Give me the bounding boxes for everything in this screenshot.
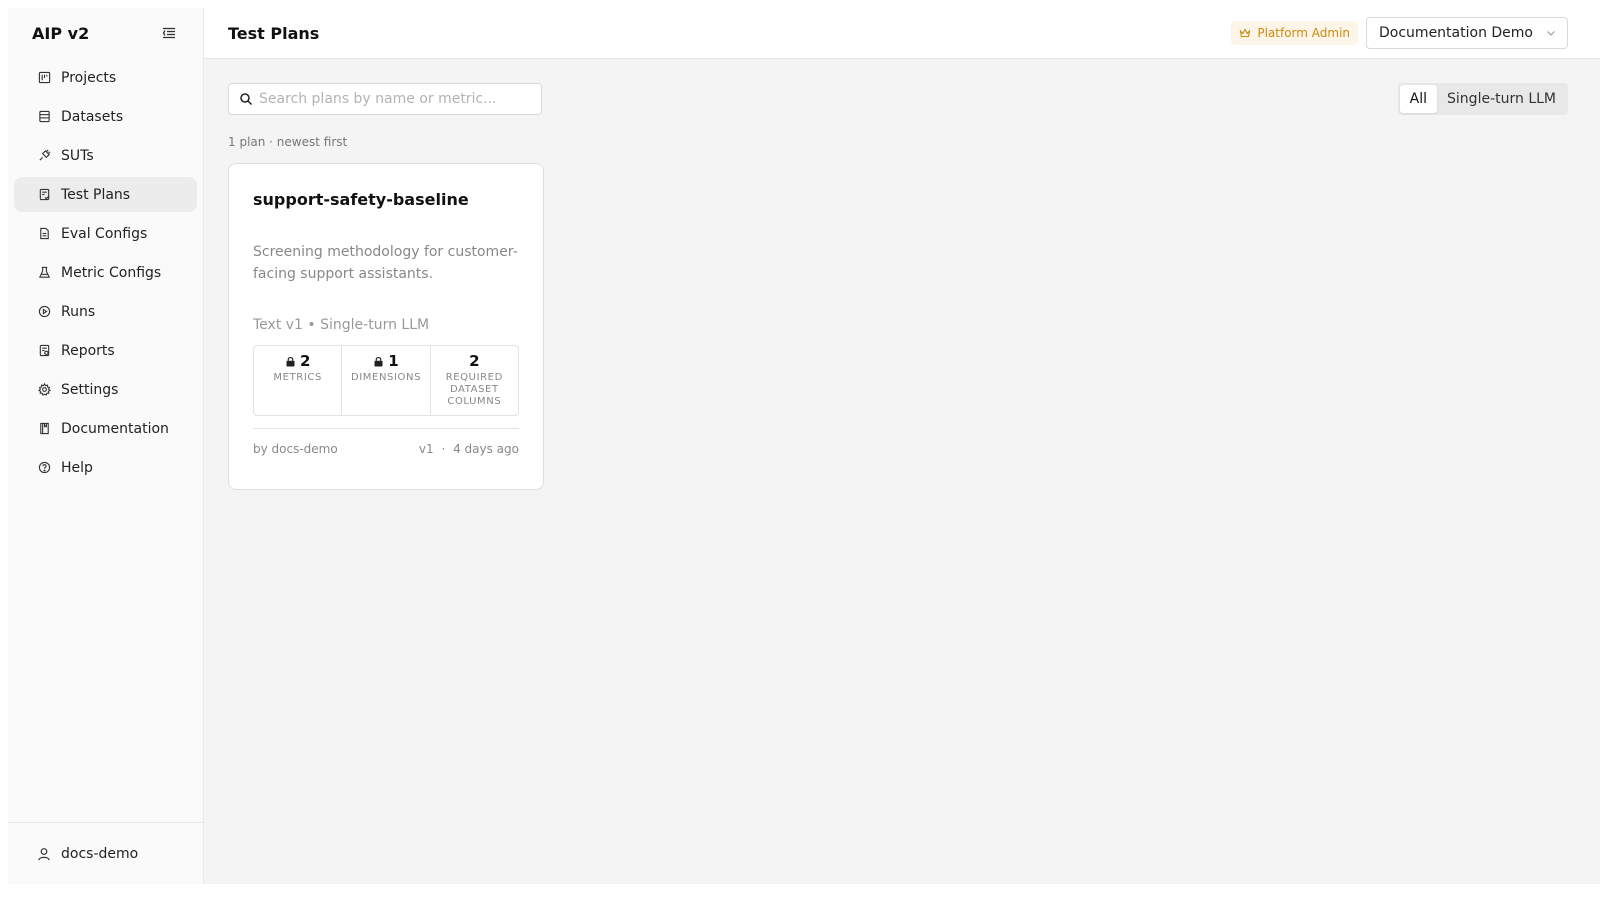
user-menu[interactable]: docs-demo (8, 822, 203, 884)
crown-icon (1239, 27, 1251, 39)
app-shell: AIP v2 Projects Datasets SUTs Test Plans… (8, 8, 1600, 884)
stat-dimensions: 1 Dimensions (342, 346, 431, 415)
user-name: docs-demo (61, 845, 139, 862)
brand-title: AIP v2 (32, 23, 90, 43)
lock-icon (285, 356, 296, 367)
sidebar-item-reports[interactable]: Reports (14, 333, 197, 368)
collapse-menu-icon (162, 27, 175, 39)
plan-stats: 2 Metrics 1 Dimensions 2 (253, 345, 519, 416)
kanban-icon (37, 71, 51, 85)
plan-author: by docs-demo (253, 442, 338, 456)
sidebar-item-projects[interactable]: Projects (14, 60, 197, 95)
plug-icon (37, 149, 51, 163)
plan-meta: Text v1 • Single-turn LLM (253, 317, 430, 333)
book-icon (37, 422, 51, 436)
sidebar: AIP v2 Projects Datasets SUTs Test Plans… (8, 8, 204, 884)
sidebar-item-label: Eval Configs (61, 225, 148, 242)
plan-type-filter: All Single-turn LLM (1397, 83, 1568, 115)
platform-admin-badge: Platform Admin (1231, 21, 1359, 45)
stat-label: Required dataset columns (445, 372, 503, 407)
result-summary: 1 plan · newest first (228, 135, 348, 149)
flask-icon (37, 266, 51, 280)
sidebar-item-eval-configs[interactable]: Eval Configs (14, 216, 197, 251)
plan-description: Screening methodology for customer-facin… (253, 244, 518, 282)
sidebar-item-label: Datasets (61, 108, 124, 125)
stat-value: 1 (388, 352, 399, 370)
stat-value: 2 (299, 352, 311, 370)
sidebar-item-label: Test Plans (61, 186, 131, 203)
page-title: Test Plans (228, 23, 320, 43)
sidebar-item-suts[interactable]: SUTs (14, 138, 197, 173)
sidebar-item-label: Metric Configs (61, 264, 162, 281)
database-icon (37, 110, 51, 124)
sidebar-item-label: Documentation (61, 420, 169, 437)
plan-title: support-safety-baseline (253, 190, 469, 209)
sidebar-item-label: Help (61, 459, 93, 476)
filter-toolbar: All Single-turn LLM (228, 83, 1576, 115)
sidebar-item-test-plans[interactable]: Test Plans (14, 177, 197, 212)
organization-select-value: Documentation Demo (1379, 25, 1533, 41)
brand-row: AIP v2 (8, 8, 203, 58)
search-input[interactable] (259, 91, 541, 107)
help-circle-icon (37, 461, 51, 475)
search-icon (239, 92, 253, 106)
filter-single-turn-llm[interactable]: Single-turn LLM (1437, 85, 1566, 113)
clipboard-check-icon (37, 188, 51, 202)
sidebar-item-metric-configs[interactable]: Metric Configs (14, 255, 197, 290)
admin-badge-label: Platform Admin (1257, 26, 1351, 40)
stat-metrics: 2 Metrics (254, 346, 343, 415)
sidebar-item-label: Runs (61, 303, 96, 320)
stat-value: 2 (469, 352, 480, 370)
gear-icon (37, 383, 51, 397)
lock-icon (373, 356, 384, 367)
sidebar-item-label: Settings (61, 381, 119, 398)
content: All Single-turn LLM 1 plan · newest firs… (204, 59, 1600, 490)
plan-version: v1 (418, 442, 434, 456)
sidebar-item-help[interactable]: Help (14, 450, 197, 485)
stat-label: Dimensions (350, 372, 422, 383)
play-circle-icon (37, 305, 51, 319)
sidebar-item-runs[interactable]: Runs (14, 294, 197, 329)
topbar-actions: Platform Admin Documentation Demo (1231, 17, 1568, 49)
report-icon (37, 344, 51, 358)
plan-version-age: v1 · 4 days ago (415, 442, 519, 456)
organization-select[interactable]: Documentation Demo (1366, 17, 1568, 49)
plan-card[interactable]: support-safety-baseline Screening method… (228, 163, 544, 490)
sidebar-item-label: SUTs (61, 147, 94, 164)
separator: · (441, 442, 446, 456)
chevron-down-icon (1545, 27, 1557, 39)
sidebar-item-settings[interactable]: Settings (14, 372, 197, 407)
sidebar-collapse-button[interactable] (161, 25, 177, 41)
sidebar-item-label: Reports (61, 342, 115, 359)
topbar: Test Plans Platform Admin Documentation … (204, 8, 1600, 59)
sidebar-item-datasets[interactable]: Datasets (14, 99, 197, 134)
plan-age: 4 days ago (453, 442, 519, 456)
stat-label: Metrics (273, 372, 322, 383)
sidebar-nav: Projects Datasets SUTs Test Plans Eval C… (8, 60, 203, 485)
plan-footer: by docs-demo v1 · 4 days ago (253, 428, 519, 456)
sidebar-item-documentation[interactable]: Documentation (14, 411, 197, 446)
file-icon (37, 227, 51, 241)
sidebar-item-label: Projects (61, 69, 117, 86)
main-area: Test Plans Platform Admin Documentation … (204, 8, 1600, 884)
search-box[interactable] (228, 83, 542, 115)
filter-all[interactable]: All (1399, 85, 1438, 113)
stat-required-columns: 2 Required dataset columns (431, 346, 518, 415)
user-icon (37, 847, 51, 861)
